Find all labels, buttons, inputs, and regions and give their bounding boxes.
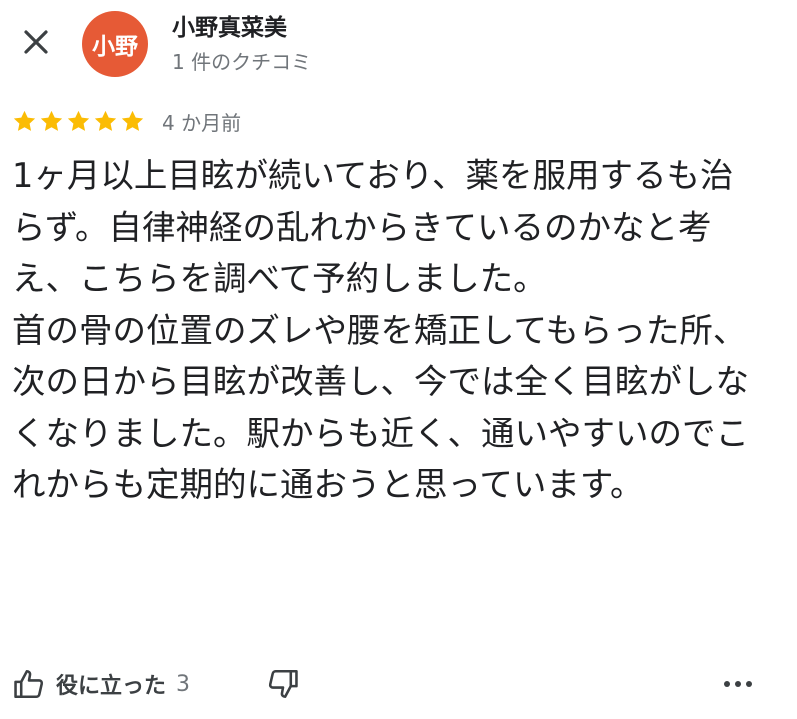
- more-horizontal-icon: [724, 681, 752, 687]
- review-count: 1 件のクチコミ: [172, 50, 312, 74]
- helpful-button[interactable]: 役に立った 3: [12, 664, 190, 704]
- star-icon: [40, 110, 63, 131]
- star-rating: [12, 109, 145, 134]
- star-icon: [94, 110, 117, 131]
- rating-row: 4 か月前: [12, 106, 241, 136]
- helpful-label: 役に立った: [56, 674, 167, 699]
- thumbs-down-icon: [268, 669, 298, 699]
- review-text: 1ヶ月以上目眩が続いており、薬を服用するも治らず。自律神経の乱れからきているのか…: [12, 156, 749, 504]
- thumbs-up-icon: [14, 669, 44, 699]
- helpful-count: 3: [176, 671, 191, 697]
- star-icon: [13, 110, 36, 131]
- avatar-initials: 小野: [92, 34, 138, 60]
- review-time: 4 か月前: [162, 110, 242, 135]
- close-button[interactable]: [16, 22, 56, 62]
- more-options-button[interactable]: [718, 664, 758, 704]
- star-icon: [67, 110, 90, 131]
- author-name[interactable]: 小野真菜美: [172, 8, 287, 42]
- star-icon: [121, 110, 144, 131]
- avatar[interactable]: 小野: [82, 11, 148, 77]
- review-actions: 役に立った 3: [0, 660, 797, 710]
- not-helpful-button[interactable]: [263, 664, 303, 704]
- close-icon: [24, 30, 48, 54]
